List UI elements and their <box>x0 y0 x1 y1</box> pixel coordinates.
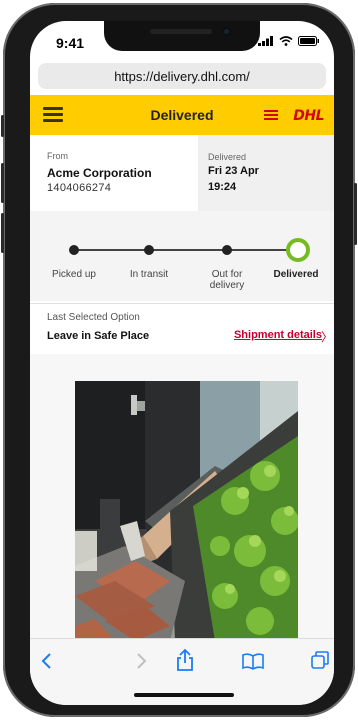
sender-name: Acme Corporation <box>47 166 152 180</box>
progress-line <box>72 249 298 251</box>
step-dot-in-transit <box>144 245 154 255</box>
volume-down-button <box>1 213 4 253</box>
notch <box>104 21 260 51</box>
status-time: 9:41 <box>56 35 85 51</box>
shipment-info: From Acme Corporation 1404066274 Deliver… <box>30 135 334 211</box>
signal-icon <box>258 36 273 46</box>
status-icons <box>258 36 320 46</box>
step-dot-delivered <box>286 238 310 262</box>
home-indicator[interactable] <box>134 693 234 697</box>
from-label: From <box>47 151 68 161</box>
logo-speed-lines <box>264 110 278 122</box>
power-button <box>354 183 357 245</box>
page-title: Delivered <box>150 107 214 123</box>
option-label: Last Selected Option <box>47 312 140 323</box>
delivered-time: 19:24 <box>208 181 237 193</box>
share-icon[interactable] <box>176 648 194 672</box>
url-text: https://delivery.dhl.com/ <box>114 68 250 84</box>
progress-tracker: Picked up In transit Out for delivery De… <box>30 211 334 301</box>
address-bar[interactable]: https://delivery.dhl.com/ <box>38 63 326 89</box>
bookmarks-icon[interactable] <box>242 652 264 670</box>
proof-of-delivery-area <box>30 354 334 641</box>
step-dot-out-for-delivery <box>222 245 232 255</box>
step-label-in-transit: In transit <box>129 269 169 280</box>
dhl-logo: DHL <box>293 108 324 124</box>
step-dot-picked-up <box>69 245 79 255</box>
forward-icon[interactable] <box>134 652 148 670</box>
step-label-delivered: Delivered <box>273 269 319 280</box>
battery-icon <box>298 36 319 46</box>
from-panel: From Acme Corporation 1404066274 <box>30 135 198 211</box>
shipment-details-link[interactable]: Shipment details <box>234 329 322 341</box>
option-value: Leave in Safe Place <box>47 330 150 342</box>
screen: 9:41 https://delivery.dhl.com/ Delivered… <box>30 21 334 705</box>
step-label-out-for-delivery: Out for delivery <box>209 269 245 291</box>
last-option: Last Selected Option Leave in Safe Place… <box>30 303 334 355</box>
delivered-panel: Delivered Fri 23 Apr 19:24 <box>198 135 334 211</box>
tabs-icon[interactable] <box>310 650 330 670</box>
front-camera <box>222 27 231 36</box>
back-icon[interactable] <box>40 652 54 670</box>
delivered-date: Fri 23 Apr <box>208 165 259 177</box>
delivery-photo <box>75 381 298 641</box>
wifi-icon <box>279 36 293 46</box>
chevron-right-icon: 〉 <box>320 330 333 344</box>
silent-switch <box>1 115 4 137</box>
phone-frame: 9:41 https://delivery.dhl.com/ Delivered… <box>1 3 357 717</box>
volume-up-button <box>1 163 4 203</box>
tracking-number: 1404066274 <box>47 182 112 194</box>
step-label-picked-up: Picked up <box>52 269 96 280</box>
delivered-label: Delivered <box>208 152 247 162</box>
speaker <box>150 29 212 34</box>
shipment-details-text: Shipment details <box>233 329 322 341</box>
app-header: Delivered DHL <box>30 95 334 135</box>
